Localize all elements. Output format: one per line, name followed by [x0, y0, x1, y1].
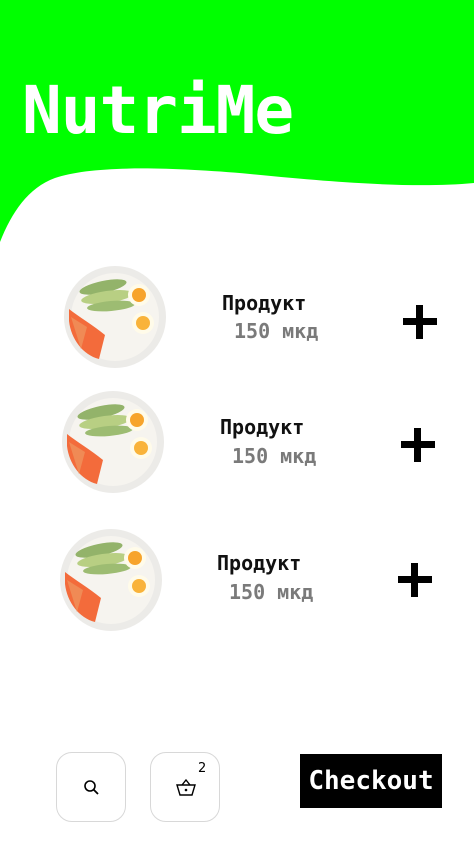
header: NutriMe	[0, 0, 474, 250]
checkout-button[interactable]: Checkout	[300, 754, 442, 808]
product-item: Продукт 150 мкд	[0, 265, 474, 375]
product-name: Продукт	[220, 415, 305, 439]
product-name: Продукт	[217, 551, 302, 575]
product-price: 150 мкд	[229, 580, 314, 604]
add-to-cart-plus-icon[interactable]	[398, 563, 432, 597]
product-name: Продукт	[222, 291, 307, 315]
basket-icon	[176, 778, 196, 796]
poke-bowl-image	[64, 266, 166, 368]
add-to-cart-plus-icon[interactable]	[401, 428, 435, 462]
product-item: Продукт 150 мкд	[0, 528, 474, 638]
poke-bowl-image	[60, 529, 162, 631]
product-item: Продукт 150 мкд	[0, 390, 474, 500]
app-title: NutriMe	[22, 72, 294, 149]
search-button[interactable]	[56, 752, 126, 822]
cart-count-badge: 2	[198, 761, 207, 776]
add-to-cart-plus-icon[interactable]	[403, 305, 437, 339]
poke-bowl-image	[62, 391, 164, 493]
cart-button[interactable]	[150, 752, 220, 822]
search-icon	[84, 780, 99, 795]
product-price: 150 мкд	[232, 444, 317, 468]
product-price: 150 мкд	[234, 319, 319, 343]
